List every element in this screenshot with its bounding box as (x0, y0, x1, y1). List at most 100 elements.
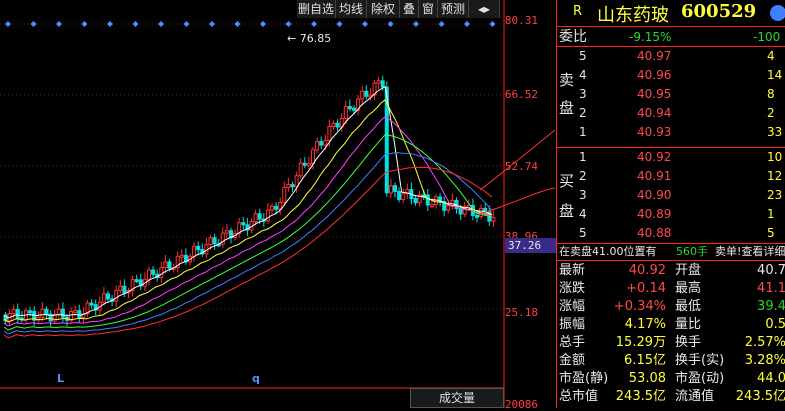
weicha-value: -100 (753, 30, 781, 44)
candle-body (388, 185, 393, 194)
candle-body (393, 185, 397, 192)
sell-order-row[interactable]: 1 40.93 33 (557, 123, 785, 141)
buy-order-row[interactable]: 4 40.89 1 (557, 205, 785, 223)
ex-rights-button[interactable]: 除权 (367, 0, 400, 18)
stat-value: 15.29万 (615, 335, 666, 350)
stock-code: 600529 (681, 1, 757, 22)
event-diamond (107, 21, 113, 27)
nav-arrows-button[interactable]: ◂▸ (469, 0, 500, 18)
stat-value: 243.5亿 (615, 389, 666, 404)
buy-order-price: 40.88 (637, 226, 672, 240)
stat-row: 总手 15.29万 换手 2.57% (557, 334, 785, 352)
candle-body (475, 214, 479, 218)
sell-order-row[interactable]: 4 40.96 14 (557, 66, 785, 84)
candle-body (56, 308, 61, 315)
stat-label: 换手(实) (675, 353, 725, 368)
stat-label: 开盘 (675, 263, 702, 278)
candle-body (311, 149, 315, 165)
sell-order-volume: 4 (767, 49, 775, 63)
delete-watchlist-button[interactable]: 删自选 (297, 0, 336, 18)
candle-body (151, 269, 156, 275)
buy-order-level: 3 (579, 188, 587, 202)
candle-body (265, 209, 270, 222)
event-diamond (56, 21, 62, 27)
candle-body (397, 190, 402, 200)
stat-value: 243.5亿 (735, 389, 785, 404)
sell-order-volume: 14 (767, 68, 783, 82)
axis-label: 52.74 (504, 160, 538, 173)
marker-L: L (57, 372, 65, 385)
r-badge: R (573, 4, 583, 19)
candle-body (319, 141, 324, 146)
candle-body (335, 122, 340, 128)
sell-order-row[interactable]: 2 40.94 2 (557, 104, 785, 122)
sell-orders: 卖 盘 5 40.97 4 4 40.96 14 3 40.95 8 2 40.94 2 1 40.93 3… (557, 47, 785, 148)
candle-body (458, 208, 463, 215)
window-button[interactable]: 窗 (419, 0, 438, 18)
buy-order-price: 40.92 (637, 150, 672, 164)
buy-order-row[interactable]: 5 40.88 5 (557, 224, 785, 242)
ma-button[interactable]: 均线 (336, 0, 367, 18)
event-diamond (132, 21, 139, 27)
candle-body (327, 125, 332, 141)
sell-order-row[interactable]: 5 40.97 4 (557, 47, 785, 65)
overlay-button[interactable]: 叠 (400, 0, 419, 18)
stat-label: 市盈(静) (559, 371, 609, 386)
stat-row: 振幅 4.17% 量比 0.5 (557, 316, 785, 334)
stat-value: 44.0 (757, 371, 785, 386)
candle-body (491, 217, 496, 222)
indicator-tab-volume[interactable]: 成交量 (410, 388, 504, 408)
sell-order-volume: 33 (767, 125, 783, 139)
buy-order-row[interactable]: 1 40.92 10 (557, 148, 785, 166)
candle-body (343, 106, 348, 120)
sell-order-price: 40.97 (637, 49, 672, 63)
stat-label: 总手 (559, 335, 586, 350)
event-diamond (387, 21, 394, 27)
candle-body (413, 197, 418, 204)
candle-body (282, 187, 287, 203)
buy-order-volume: 23 (767, 188, 783, 202)
candle-body (253, 213, 258, 223)
stat-label: 总市值 (559, 389, 599, 404)
kline-chart[interactable] (0, 0, 555, 408)
candle-body (376, 80, 381, 84)
candle-body (44, 308, 49, 315)
event-diamond (285, 21, 292, 27)
candle-body (122, 285, 127, 294)
add-watch-icon[interactable] (770, 5, 785, 21)
notice-link[interactable]: 卖单!查看详细 (715, 243, 785, 260)
candle-body (294, 175, 299, 188)
buy-orders: 买 盘 1 40.92 10 2 40.91 12 3 40.90 23 4 40.89 1 5 40.8… (557, 148, 785, 244)
kline-chart-panel[interactable]: 删自选 均线 除权 叠 窗 预测 ◂▸ 80.31 66.52 52.74 38… (0, 0, 558, 411)
candle-body (347, 106, 352, 110)
stat-value: 41.1 (757, 281, 785, 296)
candle-body (270, 205, 274, 211)
sell-order-volume: 2 (767, 106, 775, 120)
forecast-button[interactable]: 预测 (438, 0, 469, 18)
candle-body (77, 310, 82, 318)
stat-label: 振幅 (559, 317, 586, 332)
axis-label: 25.18 (504, 306, 538, 319)
stock-header: R 山东药玻 600529 (557, 0, 785, 27)
weibi-row: 委比 -9.15% -100 (557, 28, 785, 47)
event-diamond (5, 21, 11, 27)
sell-order-level: 2 (579, 106, 587, 120)
sell-order-row[interactable]: 3 40.95 8 (557, 85, 785, 103)
quote-panel: R 山东药玻 600529 委比 -9.15% -100 卖 盘 5 40.97 4… (556, 0, 785, 408)
sell-order-price: 40.95 (637, 87, 672, 101)
stat-label: 换手 (675, 335, 702, 350)
high-price-value: 76.85 (299, 32, 332, 45)
stat-label: 涨幅 (559, 299, 586, 314)
candle-body (224, 230, 229, 234)
stat-row: 涨跌 +0.14 最高 41.1 (557, 280, 785, 298)
big-order-notice[interactable]: 在卖盘41.00位置有 560手 卖单!查看详细 (557, 243, 785, 261)
moving-average-line (3, 116, 493, 327)
buy-order-row[interactable]: 3 40.90 23 (557, 186, 785, 204)
candle-body (425, 194, 430, 206)
sell-order-level: 4 (579, 68, 587, 82)
buy-order-price: 40.89 (637, 207, 672, 221)
axis-label: 80.31 (504, 14, 538, 27)
buy-order-row[interactable]: 2 40.91 12 (557, 167, 785, 185)
event-diamond (413, 21, 419, 27)
candle-body (15, 308, 20, 319)
